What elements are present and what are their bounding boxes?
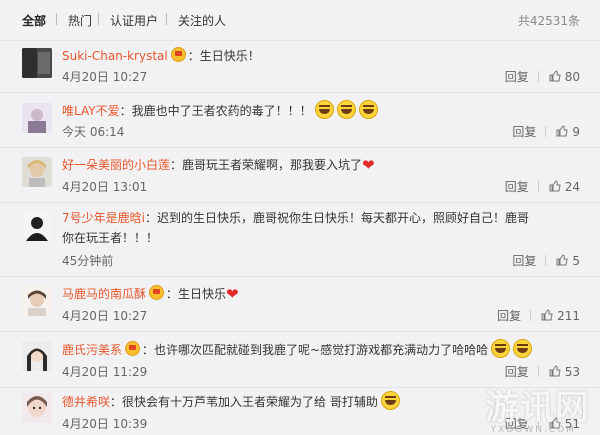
avatar[interactable]	[22, 211, 52, 241]
comment-username[interactable]: 7号少年是鹿晗i	[62, 211, 145, 225]
divider	[537, 181, 539, 192]
comment-time: 4月20日 13:01	[62, 180, 148, 194]
tab-all[interactable]: 全部	[22, 12, 46, 29]
laughing-emoji-icon	[513, 339, 533, 358]
reply-button[interactable]: 回复	[497, 309, 521, 323]
comment-time: 4月20日 10:27	[62, 309, 148, 323]
tab-hot[interactable]: 热门	[68, 12, 92, 29]
comment-text: ：很快会有十万芦苇加入王者荣耀为了给 哥打辅助	[110, 395, 378, 409]
comment-item: Suki-Chan-krystal ：生日快乐！ 4月20日 10:27 回复 80	[0, 40, 600, 93]
comment-username[interactable]: 唯LAY不爱	[62, 104, 120, 118]
avatar[interactable]	[22, 157, 52, 187]
laughing-emoji-icon	[358, 100, 378, 119]
comment-text: ：生日快乐！	[187, 49, 260, 63]
comment-item: 马鹿马的南瓜酥 ：生日快乐❤ 4月20日 10:27 回复 211	[0, 276, 600, 332]
reply-button[interactable]: 回复	[505, 70, 529, 84]
reply-button[interactable]: 回复	[505, 365, 529, 379]
like-count: 80	[564, 70, 580, 84]
tab-verified-users[interactable]: 认证用户	[110, 12, 158, 29]
comment-username[interactable]: 德井希咲	[62, 395, 110, 409]
comment-username[interactable]: Suki-Chan-krystal	[62, 49, 168, 63]
like-button[interactable]: 53	[549, 365, 580, 379]
thumbs-up-icon	[556, 125, 568, 137]
comment-username[interactable]: 马鹿马的南瓜酥	[62, 287, 146, 301]
comment-body: 好一朵美丽的小白莲：鹿哥玩王者荣耀啊，那我要入坑了❤	[62, 155, 586, 175]
comment-item: 好一朵美丽的小白莲：鹿哥玩王者荣耀啊，那我要入坑了❤ 4月20日 13:01 回…	[0, 147, 600, 203]
divider	[530, 310, 532, 321]
like-button[interactable]: 80	[549, 70, 580, 84]
tab-divider	[56, 13, 57, 25]
thumbs-up-icon	[549, 70, 561, 82]
like-button[interactable]: 24	[549, 180, 580, 194]
like-count: 24	[564, 180, 580, 194]
avatar[interactable]	[22, 286, 52, 316]
comment-total-count: 共42531条	[517, 14, 580, 28]
like-button[interactable]: 9	[556, 125, 580, 139]
reply-button[interactable]: 回复	[505, 180, 529, 194]
member-badge-icon	[170, 47, 186, 62]
laughing-emoji-icon	[336, 100, 356, 119]
site-watermark-url: YXDOWN.COM	[490, 425, 576, 435]
thumbs-up-icon	[549, 365, 561, 377]
laughing-emoji-icon	[380, 391, 400, 410]
comment-text: ：鹿哥玩王者荣耀啊，那我要入坑了	[170, 158, 363, 172]
comment-actions: 回复 211	[497, 307, 580, 324]
tab-following[interactable]: 关注的人	[178, 12, 226, 29]
site-watermark: 游讯网	[485, 388, 590, 428]
reply-button[interactable]: 回复	[512, 125, 536, 139]
like-count: 9	[572, 125, 580, 139]
comment-time: 45分钟前	[62, 254, 114, 268]
laughing-emoji-icon	[491, 339, 511, 358]
like-count: 5	[572, 254, 580, 268]
divider	[545, 126, 547, 137]
tab-divider	[166, 13, 167, 25]
comment-username[interactable]: 好一朵美丽的小白莲	[62, 158, 170, 172]
divider	[537, 71, 539, 82]
thumbs-up-icon	[541, 309, 553, 321]
like-button[interactable]: 5	[556, 254, 580, 268]
reply-button[interactable]: 回复	[512, 254, 536, 268]
comment-item: 唯LAY不爱：我鹿也中了王者农药的毒了！！！ 今天 06:14 回复 9	[0, 92, 600, 148]
like-count: 53	[564, 365, 580, 379]
comment-actions: 回复 5	[512, 252, 580, 269]
comment-actions: 回复 9	[512, 123, 580, 140]
heart-emoji-icon: ❤	[362, 156, 375, 174]
comment-filter-tabs: 全部 热门 认证用户 关注的人 共42531条	[0, 0, 600, 41]
comment-body: 唯LAY不爱：我鹿也中了王者农药的毒了！！！	[62, 100, 586, 121]
tab-divider	[98, 13, 99, 25]
comment-body: 鹿氏污美系 ：也许哪次匹配就碰到我鹿了呢~感觉打游戏都充满动力了哈哈哈	[62, 339, 586, 360]
comment-item: 7号少年是鹿晗i：迟到的生日快乐，鹿哥祝你生日快乐！每天都开心，照顾好自己！鹿哥…	[0, 202, 600, 277]
comment-time: 今天 06:14	[62, 125, 125, 139]
thumbs-up-icon	[549, 180, 561, 192]
comment-actions: 回复 24	[505, 178, 580, 195]
comment-body: 马鹿马的南瓜酥 ：生日快乐❤	[62, 284, 586, 304]
avatar[interactable]	[22, 393, 52, 423]
like-count: 211	[557, 309, 580, 323]
like-button[interactable]: 211	[541, 309, 580, 323]
comment-actions: 回复 80	[505, 68, 580, 85]
avatar[interactable]	[22, 48, 52, 78]
comment-body: Suki-Chan-krystal ：生日快乐！	[62, 46, 586, 66]
comment-username[interactable]: 鹿氏污美系	[62, 343, 122, 357]
thumbs-up-icon	[556, 254, 568, 266]
comment-text: ：也许哪次匹配就碰到我鹿了呢~感觉打游戏都充满动力了哈哈哈	[142, 343, 489, 357]
laughing-emoji-icon	[314, 100, 334, 119]
divider	[545, 255, 547, 266]
comment-body: 7号少年是鹿晗i：迟到的生日快乐，鹿哥祝你生日快乐！每天都开心，照顾好自己！鹿哥…	[62, 208, 532, 248]
heart-emoji-icon: ❤	[226, 285, 239, 303]
comment-text: ：生日快乐	[166, 287, 227, 301]
comment-time: 4月20日 10:39	[62, 417, 148, 431]
divider	[537, 366, 539, 377]
comment-text: ：我鹿也中了王者农药的毒了！！！	[119, 104, 312, 118]
comment-time: 4月20日 10:27	[62, 70, 148, 84]
avatar[interactable]	[22, 341, 52, 371]
avatar[interactable]	[22, 103, 52, 133]
member-badge-icon	[149, 285, 165, 300]
member-badge-icon	[125, 341, 141, 356]
comment-actions: 回复 53	[505, 363, 580, 380]
comment-time: 4月20日 11:29	[62, 365, 148, 379]
